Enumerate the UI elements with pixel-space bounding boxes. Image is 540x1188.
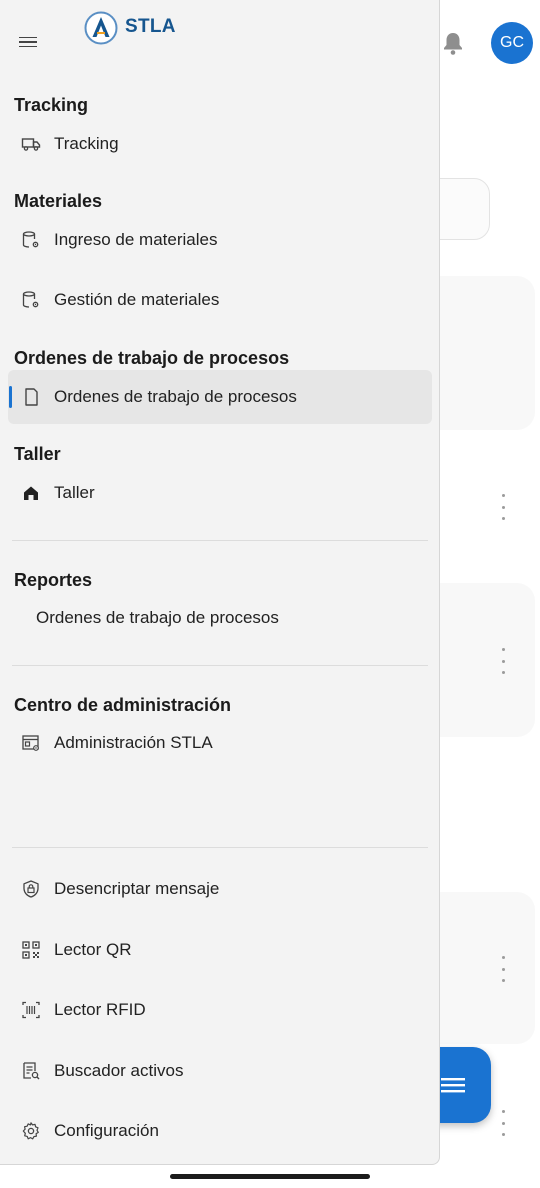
brand-name: STLA (125, 16, 176, 37)
nav-item-ordenes-trabajo[interactable]: Ordenes de trabajo de procesos (8, 370, 432, 424)
section-taller: Taller (14, 444, 61, 464)
nav-item-tracking[interactable]: Tracking (8, 117, 432, 171)
avatar[interactable]: GC (491, 22, 533, 64)
section-reportes: Reportes (14, 570, 93, 590)
section-ordenes: Ordenes de trabajo de procesos (14, 348, 290, 368)
nav-item-lector-qr[interactable]: Lector QR (8, 923, 432, 977)
gear-icon (22, 1122, 39, 1140)
navigation-drawer: STLA Tracking Tracking Materiales Ingres… (0, 0, 440, 1165)
section-tracking: Tracking (14, 95, 89, 115)
nav-item-label: Gestión de materiales (54, 290, 220, 309)
shield-lock-icon (23, 880, 39, 898)
nav-item-label: Configuración (54, 1121, 159, 1140)
nav-item-label: Lector RFID (54, 1000, 146, 1019)
more-vert-icon[interactable] (497, 956, 509, 982)
nav-item-taller[interactable]: Taller (8, 466, 432, 520)
home-icon (24, 486, 38, 500)
divider (12, 540, 428, 541)
database-gear-icon (22, 291, 39, 308)
document-icon (25, 388, 38, 406)
divider (12, 665, 428, 666)
nav-item-ingreso-materiales[interactable]: Ingreso de materiales (8, 213, 432, 267)
nav-item-label: Ingreso de materiales (54, 230, 218, 249)
nav-item-label: Buscador activos (54, 1061, 184, 1080)
nav-item-desencriptar[interactable]: Desencriptar mensaje (8, 862, 432, 916)
home-indicator[interactable] (170, 1174, 370, 1179)
hamburger-menu-button[interactable] (19, 31, 43, 53)
truck-icon (21, 138, 41, 151)
list-search-icon (23, 1062, 40, 1080)
nav-item-reporte-ordenes[interactable]: Ordenes de trabajo de procesos (8, 591, 432, 645)
nav-item-configuracion[interactable]: Configuración (8, 1104, 432, 1158)
nav-item-lector-rfid[interactable]: Lector RFID (8, 983, 432, 1037)
section-admin: Centro de administración (14, 695, 232, 715)
qr-code-icon (22, 941, 40, 959)
divider (12, 847, 428, 848)
nav-item-label: Ordenes de trabajo de procesos (54, 387, 297, 406)
barcode-scan-icon (22, 1001, 40, 1019)
nav-item-label: Administración STLA (54, 733, 213, 752)
more-vert-icon[interactable] (497, 648, 509, 674)
menu-icon (441, 1078, 465, 1093)
section-materiales: Materiales (14, 191, 103, 211)
nav-item-gestion-materiales[interactable]: Gestión de materiales (8, 273, 432, 327)
more-vert-icon[interactable] (497, 494, 509, 520)
more-vert-icon[interactable] (497, 1110, 509, 1136)
nav-item-label: Taller (54, 483, 95, 502)
stla-logo (84, 11, 118, 45)
nav-item-label: Desencriptar mensaje (54, 879, 220, 898)
nav-item-buscador-activos[interactable]: Buscador activos (8, 1044, 432, 1098)
nav-item-label: Tracking (54, 134, 119, 153)
nav-item-label: Lector QR (54, 940, 132, 959)
nav-item-admin-stla[interactable]: Administración STLA (8, 716, 432, 770)
nav-item-label: Ordenes de trabajo de procesos (36, 608, 279, 627)
bell-icon[interactable] (441, 30, 465, 56)
window-gear-icon (22, 735, 39, 751)
database-gear-icon (22, 231, 39, 248)
